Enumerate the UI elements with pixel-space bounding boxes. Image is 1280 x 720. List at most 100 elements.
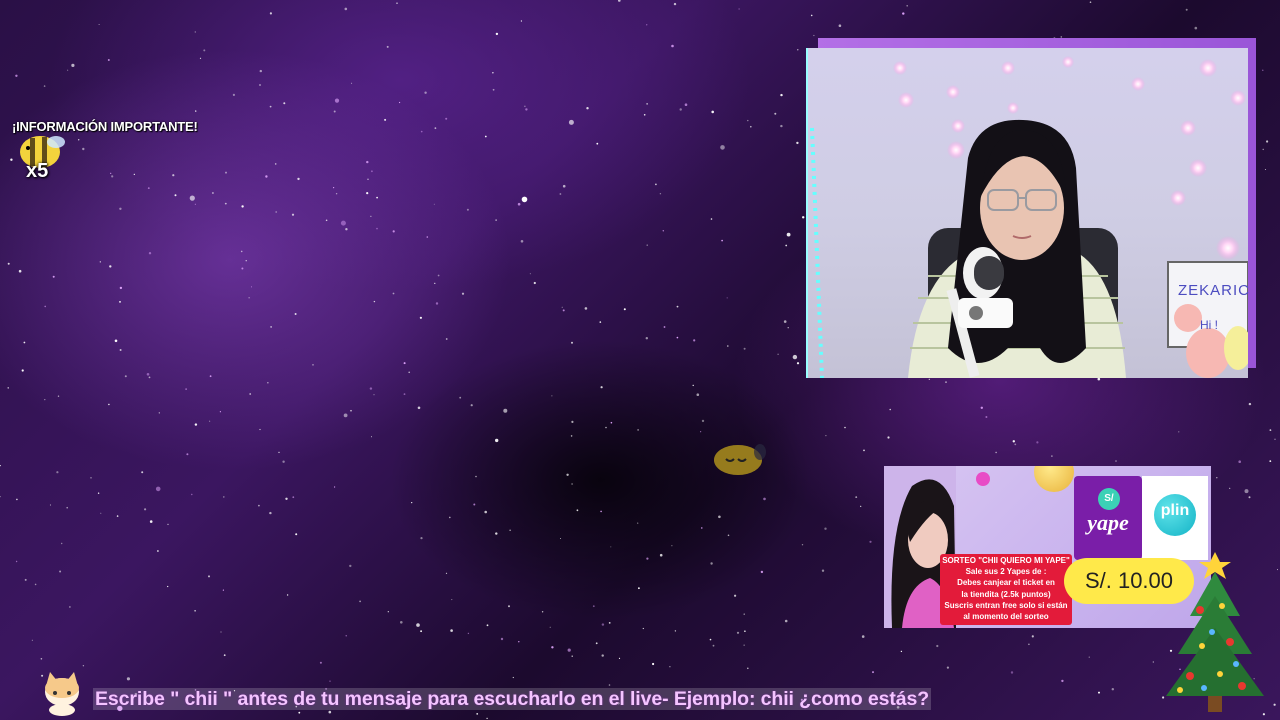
star — [645, 337, 648, 340]
star — [1012, 440, 1015, 443]
star — [1152, 661, 1154, 663]
star — [43, 85, 46, 87]
star — [334, 486, 336, 488]
star — [599, 321, 602, 323]
raffle-line: Debes canjear el ticket en — [957, 578, 1055, 588]
coin-icon — [1034, 466, 1074, 492]
star — [31, 639, 33, 641]
star — [172, 174, 175, 177]
star — [167, 523, 169, 526]
star — [319, 661, 322, 664]
star — [669, 666, 671, 668]
star — [709, 638, 712, 641]
star — [747, 667, 749, 670]
star — [245, 260, 247, 262]
star — [549, 626, 551, 628]
star — [420, 130, 423, 133]
star — [576, 509, 579, 512]
star — [417, 406, 421, 410]
raffle-line: la tiendita (2.5k puntos) — [961, 589, 1051, 599]
star — [777, 353, 779, 355]
star — [392, 292, 395, 295]
star — [144, 508, 147, 511]
star — [241, 205, 244, 208]
star — [15, 74, 18, 78]
star — [1262, 69, 1264, 71]
star — [592, 605, 595, 608]
star — [503, 408, 508, 413]
star — [601, 623, 605, 626]
star — [232, 93, 235, 96]
star — [56, 471, 59, 474]
star — [869, 540, 872, 543]
whiteboard-text: ZEKARIC — [1178, 282, 1251, 299]
star — [802, 216, 805, 219]
star — [1111, 688, 1115, 691]
star — [655, 183, 657, 186]
star — [345, 228, 348, 231]
star — [194, 203, 196, 205]
star — [52, 275, 55, 278]
star — [796, 141, 799, 145]
star — [445, 117, 448, 120]
star — [109, 265, 112, 268]
star — [696, 393, 700, 397]
star — [738, 8, 740, 10]
christmas-tree-icon — [1166, 552, 1264, 712]
star — [900, 650, 903, 653]
star — [1269, 429, 1272, 431]
star — [646, 244, 648, 246]
star — [720, 145, 725, 150]
star — [784, 619, 788, 623]
star — [821, 569, 825, 572]
star — [66, 506, 68, 509]
star — [646, 103, 648, 105]
star — [726, 297, 728, 299]
star — [1178, 431, 1180, 433]
star — [334, 98, 340, 103]
star — [566, 473, 569, 476]
star — [1216, 477, 1218, 479]
star — [551, 646, 554, 649]
star — [146, 373, 150, 376]
star — [562, 184, 566, 188]
star — [1031, 635, 1034, 638]
star — [887, 436, 890, 439]
star — [371, 170, 373, 173]
star — [69, 606, 71, 608]
star — [265, 175, 268, 178]
star — [209, 420, 211, 422]
star — [946, 666, 950, 669]
star — [100, 512, 102, 514]
star — [473, 503, 476, 506]
star — [451, 599, 453, 601]
star — [108, 403, 110, 406]
star — [492, 88, 495, 91]
star — [541, 611, 544, 613]
star — [283, 102, 286, 105]
star — [902, 12, 905, 15]
star — [149, 520, 153, 523]
star — [40, 658, 43, 660]
star — [1264, 169, 1266, 170]
star — [24, 578, 27, 581]
star — [49, 504, 51, 506]
star — [445, 572, 448, 574]
star — [863, 449, 865, 452]
star — [674, 630, 677, 632]
star — [605, 426, 607, 429]
star — [985, 416, 988, 418]
star — [1010, 671, 1014, 674]
star — [637, 429, 639, 431]
star — [721, 239, 723, 242]
star — [349, 564, 352, 568]
star — [693, 339, 696, 342]
star — [107, 59, 110, 61]
confetti-icon — [976, 472, 990, 486]
star — [258, 504, 260, 507]
star — [495, 532, 498, 535]
star — [486, 717, 488, 720]
star — [71, 63, 75, 67]
star — [824, 527, 827, 530]
star — [560, 538, 561, 539]
